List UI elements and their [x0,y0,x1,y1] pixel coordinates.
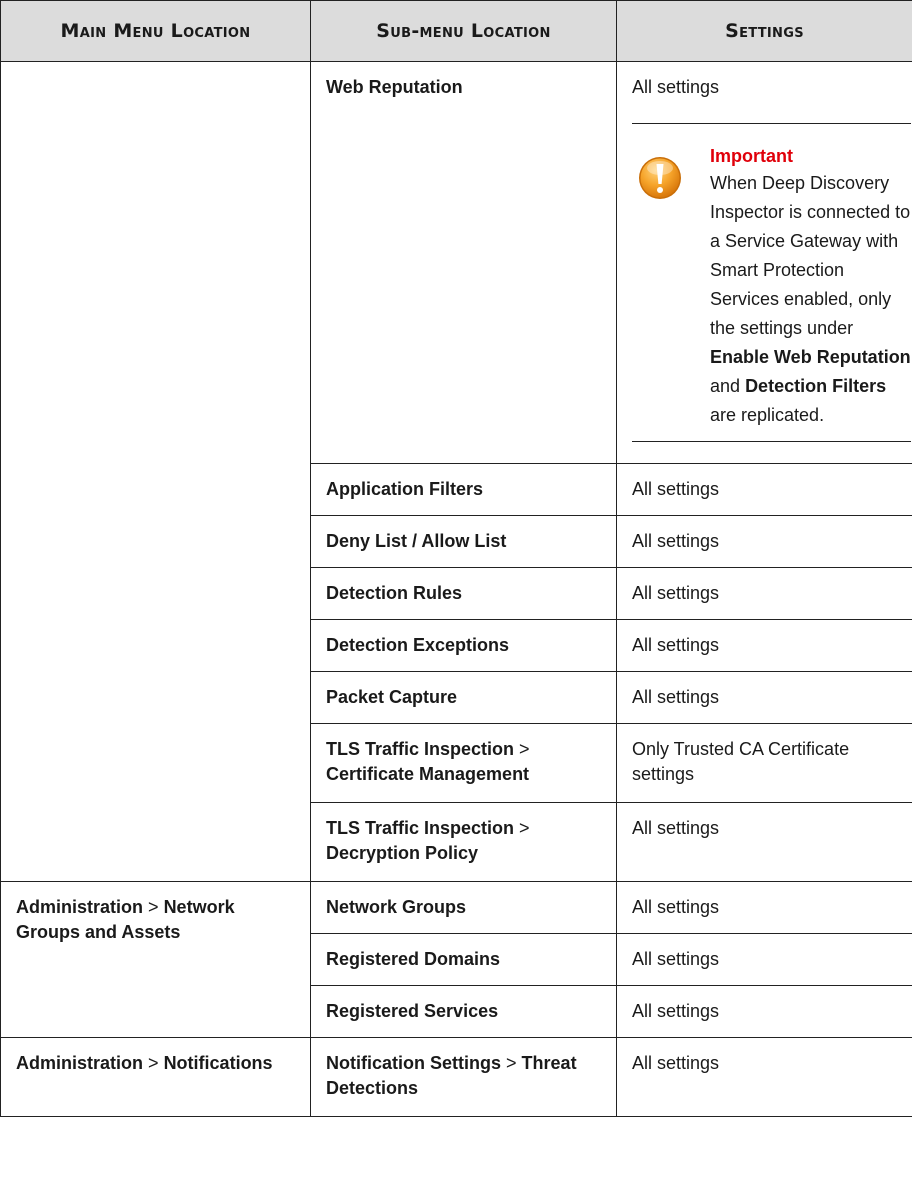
sub-menu-cell: Detection Exceptions [310,619,617,672]
sub-menu-cell: Registered Domains [310,933,617,986]
settings-cell: All settings [616,933,912,986]
sub-menu-label: Application Filters [326,479,484,499]
sub-menu-cell: Application Filters [310,463,617,516]
main-menu-label: Administration [16,1053,144,1073]
settings-cell: All settings [616,985,912,1038]
settings-value: All settings [632,77,720,97]
settings-cell: Only Trusted CA Certificate settings [616,723,912,803]
settings-value: All settings [632,635,720,655]
sub-menu-label: TLS Traffic Inspection [326,818,515,838]
sub-menu-label: Network Groups [326,897,467,917]
settings-cell: All settings [616,61,912,464]
sub-menu-label: Registered Services [326,1001,499,1021]
path-separator: > [148,897,159,917]
path-separator: > [506,1053,517,1073]
sub-menu-label: Deny List / Allow List [326,531,507,551]
settings-cell: All settings [616,671,912,724]
settings-value: All settings [632,479,720,499]
sub-menu-label: Detection Exceptions [326,635,510,655]
settings-value: All settings [632,1001,720,1021]
sub-menu-cell: Registered Services [310,985,617,1038]
settings-value: Only Trusted CA Certificate settings [632,739,850,784]
path-separator: > [148,1053,159,1073]
sub-menu-cell: Web Reputation [310,61,617,464]
note-bold-detection-filters: Detection Filters [745,376,887,396]
settings-value: All settings [632,531,720,551]
path-separator: > [519,739,530,759]
note-bold-enable-web-reputation: Enable Web Reputation [710,347,911,367]
important-title: Important [710,146,793,166]
main-menu-cell: Administration > Notifications [0,1037,311,1117]
settings-value: All settings [632,583,720,603]
sub-menu-label: Packet Capture [326,687,458,707]
settings-replication-table: Main Menu Location Sub-menu Location Set… [0,0,912,1117]
sub-menu-label: Detection Rules [326,583,463,603]
settings-cell: All settings [616,1037,912,1117]
sub-menu-label: Registered Domains [326,949,501,969]
sub-menu-cell: Detection Rules [310,567,617,620]
table-row: Administration > Network Groups and Asse… [0,881,912,1038]
main-menu-label: Notifications [163,1053,273,1073]
sub-menu-label: Decryption Policy [326,843,479,863]
note-text: When Deep Discovery Inspector is connect… [710,173,911,338]
table-row: Administration > Notifications Notificat… [0,1037,912,1117]
sub-menu-cell: Deny List / Allow List [310,515,617,568]
table-row: Web Reputation All settings Important Wh… [0,61,912,882]
important-note: Important When Deep Discovery Inspector … [632,123,911,442]
settings-cell: All settings [616,515,912,568]
settings-cell: All settings [616,463,912,516]
note-text: are replicated. [710,405,825,425]
sub-menu-cell: Network Groups [310,881,617,934]
settings-value: All settings [632,949,720,969]
sub-menu-cell: TLS Traffic Inspection > Decryption Poli… [310,802,617,882]
main-menu-label: Administration [16,897,144,917]
sub-menu-cell: Notification Settings > Threat Detection… [310,1037,617,1117]
sub-menu-cell: TLS Traffic Inspection > Certificate Man… [310,723,617,803]
settings-cell: All settings [616,881,912,934]
settings-value: All settings [632,897,720,917]
settings-cell: All settings [616,619,912,672]
header-settings: Settings [616,0,912,62]
settings-value: All settings [632,1053,720,1073]
main-menu-cell-empty [0,61,311,882]
sub-menu-label: Notification Settings [326,1053,501,1073]
settings-value: All settings [632,818,720,838]
path-separator: > [519,818,530,838]
note-text: and [710,376,741,396]
settings-cell: All settings [616,802,912,882]
warning-icon [639,157,681,199]
header-main-menu: Main Menu Location [0,0,311,62]
sub-menu-label: TLS Traffic Inspection [326,739,515,759]
sub-menu-label: Certificate Management [326,764,530,784]
settings-cell: All settings [616,567,912,620]
sub-menu-label: Web Reputation [326,77,463,97]
sub-menu-cell: Packet Capture [310,671,617,724]
settings-value: All settings [632,687,720,707]
header-sub-menu: Sub-menu Location [310,0,617,62]
table-header-row: Main Menu Location Sub-menu Location Set… [0,0,912,62]
main-menu-cell: Administration > Network Groups and Asse… [0,881,311,1038]
